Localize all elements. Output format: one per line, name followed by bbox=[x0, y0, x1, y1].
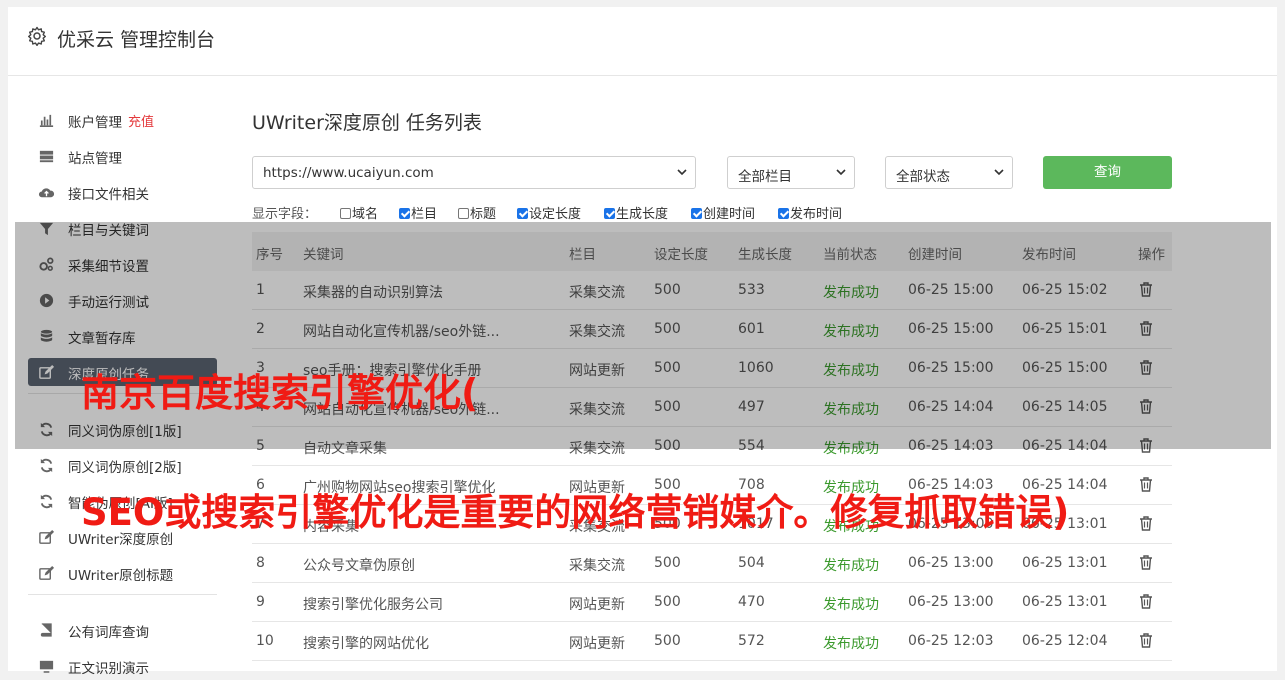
checkbox-label: 域名 bbox=[352, 207, 379, 222]
table-cell: 572 bbox=[738, 633, 765, 649]
status-select[interactable]: 全部状态 bbox=[885, 156, 1013, 189]
trash-icon[interactable] bbox=[1138, 632, 1154, 649]
checkbox-label: 发布时间 bbox=[790, 207, 843, 222]
table-row: 8 公众号文章伪原创 采集交流 500 504 发布成功 06-25 13:00 06-25 … bbox=[252, 544, 1172, 583]
category-select-value: 全部栏目 bbox=[738, 169, 792, 185]
server-icon bbox=[38, 148, 55, 165]
checkbox-box[interactable] bbox=[399, 208, 410, 219]
table-cell: 搜索引擎优化服务公司 bbox=[303, 597, 443, 613]
field-checkbox-1[interactable]: 域名 bbox=[340, 203, 378, 222]
chevron-down-icon bbox=[677, 169, 687, 176]
checkbox-label: 创建时间 bbox=[703, 207, 756, 222]
sidebar-item-label: UWriter原创标题 bbox=[68, 568, 174, 584]
table-cell: 06-25 12:04 bbox=[1022, 633, 1108, 649]
sidebar-item-2[interactable]: 站点管理 bbox=[28, 142, 217, 170]
sidebar-item-15[interactable]: 正文识别演示 bbox=[28, 652, 217, 680]
table-cell: 8 bbox=[256, 555, 265, 571]
query-button[interactable]: 查询 bbox=[1043, 156, 1172, 189]
trash-icon[interactable] bbox=[1138, 476, 1154, 493]
field-checkbox-5[interactable]: 生成长度 bbox=[604, 203, 668, 222]
checkbox-box[interactable] bbox=[517, 208, 528, 219]
table-cell: 公众号文章伪原创 bbox=[303, 558, 415, 574]
checkbox-label: 生成长度 bbox=[616, 207, 669, 222]
sidebar-item-label: 站点管理 bbox=[68, 151, 122, 167]
table-cell: 9 bbox=[256, 594, 265, 610]
field-checkbox-6[interactable]: 创建时间 bbox=[691, 203, 755, 222]
monitor-icon bbox=[38, 658, 55, 675]
checkbox-box[interactable] bbox=[778, 208, 789, 219]
checkbox-label: 设定长度 bbox=[529, 207, 582, 222]
sidebar-item-1[interactable]: 账户管理 充值 bbox=[28, 106, 217, 134]
status-text: 发布成功 bbox=[823, 597, 879, 613]
sidebar-item-label: 同义词伪原创[2版] bbox=[68, 460, 182, 476]
sidebar-item-label: 账户管理 bbox=[68, 115, 122, 131]
sidebar-item-14[interactable]: 公有词库查询 bbox=[28, 616, 217, 644]
refresh-icon bbox=[38, 493, 55, 510]
top-bar: 优采云 管理控制台 bbox=[8, 7, 1277, 76]
table-cell: 06-25 13:00 bbox=[908, 555, 994, 571]
field-checkbox-7[interactable]: 发布时间 bbox=[778, 203, 842, 222]
display-fields-label: 显示字段： bbox=[252, 207, 318, 222]
recharge-link[interactable]: 充值 bbox=[128, 111, 154, 130]
table-cell: 504 bbox=[738, 555, 765, 571]
sidebar-item-label: 公有词库查询 bbox=[68, 625, 149, 641]
watermark-line-2: SEO或搜索引擎优化是重要的网络营销媒介。修复抓取错误) bbox=[81, 491, 1070, 534]
book-icon bbox=[38, 622, 55, 639]
table-cell: 06-25 13:01 bbox=[1022, 555, 1108, 571]
table-cell: 06-25 12:03 bbox=[908, 633, 994, 649]
page-title: UWriter深度原创 任务列表 bbox=[252, 112, 482, 134]
checkbox-box[interactable] bbox=[691, 208, 702, 219]
table-cell: 500 bbox=[654, 555, 681, 571]
sidebar-item-label: 正文识别演示 bbox=[68, 661, 149, 677]
refresh-icon bbox=[38, 457, 55, 474]
status-text: 发布成功 bbox=[823, 558, 879, 574]
status-select-value: 全部状态 bbox=[896, 169, 950, 185]
sidebar-divider bbox=[28, 594, 217, 595]
trash-icon[interactable] bbox=[1138, 593, 1154, 610]
field-checkbox-4[interactable]: 设定长度 bbox=[517, 203, 581, 222]
table-cell: 470 bbox=[738, 594, 765, 610]
table-cell: 网站更新 bbox=[569, 597, 625, 613]
table-row: 10 搜索引擎的网站优化 网站更新 500 572 发布成功 06-25 12:03 06-2… bbox=[252, 622, 1172, 661]
field-checkbox-2[interactable]: 栏目 bbox=[399, 203, 437, 222]
table-cell: 500 bbox=[654, 633, 681, 649]
table-cell: 06-25 13:00 bbox=[908, 594, 994, 610]
bar-chart-icon bbox=[38, 112, 55, 129]
sidebar-item-3[interactable]: 接口文件相关 bbox=[28, 178, 217, 206]
table-cell: 网站更新 bbox=[569, 636, 625, 652]
gear-icon bbox=[28, 26, 46, 46]
edit-icon bbox=[38, 529, 55, 546]
sidebar-item-10[interactable]: 同义词伪原创[2版] bbox=[28, 451, 217, 479]
table-cell: 10 bbox=[256, 633, 274, 649]
table-row: 9 搜索引擎优化服务公司 网站更新 500 470 发布成功 06-25 13:00 06-2… bbox=[252, 583, 1172, 622]
chevron-down-icon bbox=[994, 169, 1004, 176]
table-cell: 采集交流 bbox=[569, 558, 625, 574]
checkbox-box[interactable] bbox=[604, 208, 615, 219]
watermark-line-1: 南京百度搜索引擎优化( bbox=[81, 371, 479, 415]
app-title: 优采云 管理控制台 bbox=[57, 29, 216, 51]
category-select[interactable]: 全部栏目 bbox=[727, 156, 855, 189]
sidebar-item-label: 接口文件相关 bbox=[68, 187, 149, 203]
sidebar-item-13[interactable]: UWriter原创标题 bbox=[28, 559, 217, 587]
checkbox-label: 栏目 bbox=[411, 207, 438, 222]
table-cell: 500 bbox=[654, 594, 681, 610]
field-checkbox-3[interactable]: 标题 bbox=[458, 203, 496, 222]
checkbox-box[interactable] bbox=[458, 208, 469, 219]
checkbox-box[interactable] bbox=[340, 208, 351, 219]
status-text: 发布成功 bbox=[823, 636, 879, 652]
chevron-down-icon bbox=[836, 169, 846, 176]
cloud-upload-icon bbox=[38, 184, 55, 201]
table-cell: 06-25 13:01 bbox=[1022, 594, 1108, 610]
site-select-value: https://www.ucaiyun.com bbox=[263, 165, 434, 181]
site-select[interactable]: https://www.ucaiyun.com bbox=[252, 156, 696, 189]
edit-icon bbox=[38, 565, 55, 582]
trash-icon[interactable] bbox=[1138, 515, 1154, 532]
checkbox-label: 标题 bbox=[470, 207, 497, 222]
table-cell: 搜索引擎的网站优化 bbox=[303, 636, 429, 652]
trash-icon[interactable] bbox=[1138, 554, 1154, 571]
